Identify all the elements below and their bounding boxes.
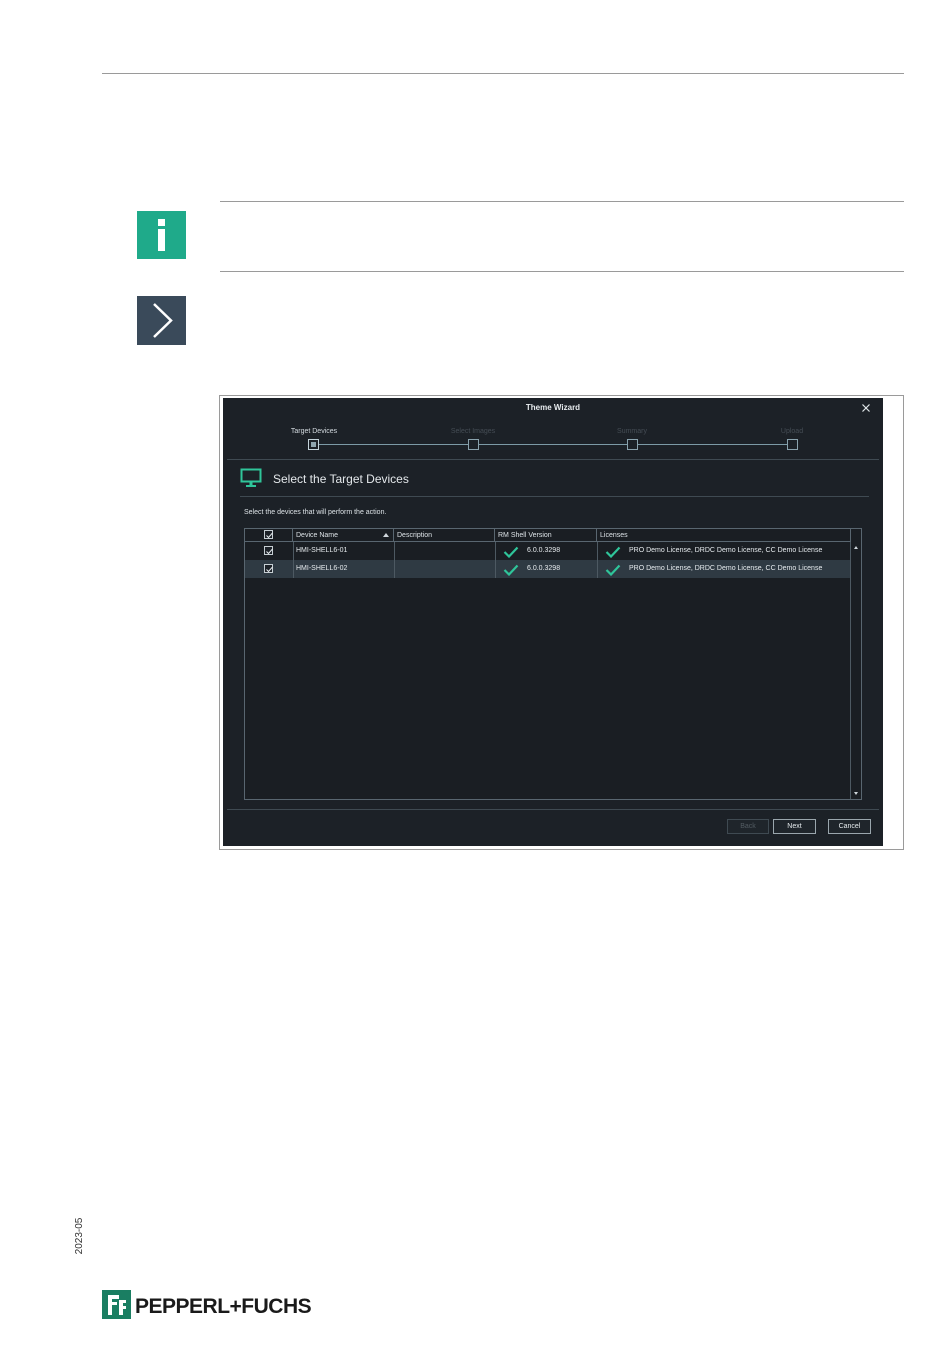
instruction-text: Select the devices that will perform the… xyxy=(244,509,387,516)
brand-name: PEPPERL+FUCHS xyxy=(135,1295,312,1318)
note-rule-top xyxy=(220,201,904,202)
cell-divider xyxy=(597,542,598,560)
step-marker-upload xyxy=(787,439,798,450)
cancel-button[interactable]: Cancel xyxy=(828,819,871,834)
wizard-progress: Target Devices Select Images Summary Upl… xyxy=(223,424,883,454)
progress-line xyxy=(319,444,792,445)
licenses-cell: PRO Demo License, DRDC Demo License, CC … xyxy=(629,565,823,572)
divider xyxy=(240,496,869,497)
column-header-description[interactable]: Description xyxy=(394,529,495,542)
window-title: Theme Wizard xyxy=(525,403,581,412)
check-icon xyxy=(503,545,519,559)
cell-divider xyxy=(495,560,496,578)
scroll-up-icon[interactable] xyxy=(854,546,858,549)
column-header-device-name[interactable]: Device Name xyxy=(293,529,394,542)
check-icon xyxy=(605,545,621,559)
table-row[interactable]: HMI-SHELL6-01 6.0.0.3298 PRO Demo Licens… xyxy=(245,542,851,560)
column-header-label: Device Name xyxy=(296,532,339,539)
device-name-cell: HMI-SHELL6-01 xyxy=(296,547,348,554)
version-cell: 6.0.0.3298 xyxy=(527,547,561,554)
document-date: 2023-05 xyxy=(74,1217,85,1255)
info-icon xyxy=(137,211,186,259)
sort-ascending-icon xyxy=(383,533,389,537)
header-select-all xyxy=(245,529,293,542)
vertical-scrollbar[interactable] xyxy=(850,542,861,799)
chevron-right-icon xyxy=(137,296,186,345)
back-button[interactable]: Back xyxy=(727,819,769,834)
check-icon xyxy=(605,563,621,577)
next-button[interactable]: Next xyxy=(773,819,816,834)
device-name-cell: HMI-SHELL6-02 xyxy=(296,565,348,572)
step-label-summary: Summary xyxy=(617,428,647,435)
step-label-select-images: Select Images xyxy=(450,428,496,435)
devices-table: Device Name Description RM Shell Version… xyxy=(244,528,862,800)
row-checkbox[interactable] xyxy=(264,564,273,573)
table-row-selected[interactable]: HMI-SHELL6-02 6.0.0.3298 PRO Demo Licens… xyxy=(245,560,851,578)
step-marker-select-images xyxy=(468,439,479,450)
cell-divider xyxy=(495,542,496,560)
note-rule-bottom xyxy=(220,271,904,272)
cell-divider xyxy=(597,560,598,578)
divider xyxy=(227,809,879,810)
column-header-licenses[interactable]: Licenses xyxy=(597,529,851,542)
step-marker-target-devices xyxy=(308,439,319,450)
select-all-checkbox[interactable] xyxy=(264,530,273,539)
row-checkbox[interactable] xyxy=(264,546,273,555)
theme-wizard-window: Theme Wizard Target Devices Select Image… xyxy=(223,398,883,846)
cell-divider xyxy=(394,560,395,578)
cell-divider xyxy=(394,542,395,560)
step-marker-summary xyxy=(627,439,638,450)
column-header-rm-shell-version[interactable]: RM Shell Version xyxy=(495,529,597,542)
version-cell: 6.0.0.3298 xyxy=(527,565,561,572)
step-label-target-devices: Target Devices xyxy=(290,428,338,435)
close-icon[interactable] xyxy=(859,401,873,415)
section-title: Select the Target Devices xyxy=(273,472,409,486)
brand-mark-icon xyxy=(102,1290,131,1319)
table-header: Device Name Description RM Shell Version… xyxy=(245,529,851,542)
scroll-down-icon[interactable] xyxy=(854,792,858,795)
cell-divider xyxy=(293,560,294,578)
header-rule xyxy=(102,73,904,74)
licenses-cell: PRO Demo License, DRDC Demo License, CC … xyxy=(629,547,823,554)
step-label-upload: Upload xyxy=(780,428,804,435)
monitor-icon xyxy=(240,468,262,488)
divider xyxy=(227,459,879,460)
cell-divider xyxy=(293,542,294,560)
check-icon xyxy=(503,563,519,577)
